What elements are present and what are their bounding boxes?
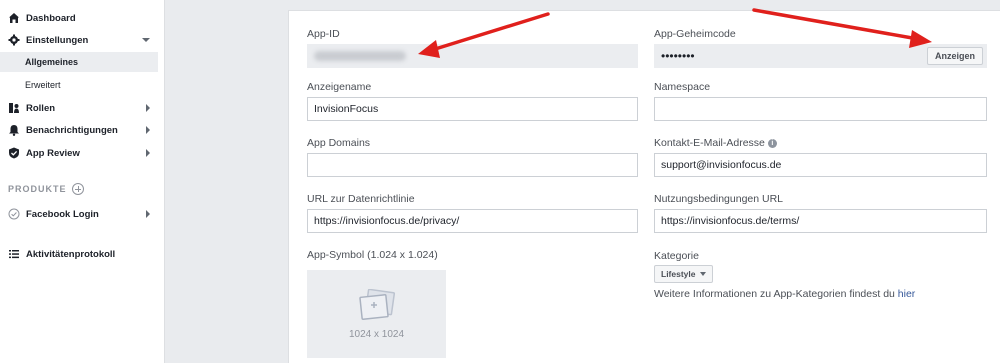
app-icon-upload[interactable]: 1024 x 1024 — [307, 270, 446, 358]
sidebar-item-activity-log[interactable]: Aktivitätenprotokoll — [0, 243, 158, 265]
add-product-icon[interactable] — [71, 183, 84, 195]
app-domains-label: App Domains — [307, 137, 371, 149]
sidebar-item-notifications[interactable]: Benachrichtigungen — [0, 119, 158, 141]
sidebar-item-roles[interactable]: Rollen — [0, 97, 158, 119]
category-label: Kategorie — [654, 250, 699, 262]
app-id-value-redacted — [314, 51, 406, 61]
sidebar-item-label: App Review — [26, 147, 80, 159]
sidebar-item-settings[interactable]: Einstellungen — [0, 29, 158, 51]
category-value: Lifestyle — [661, 269, 696, 279]
chevron-right-icon — [146, 149, 150, 157]
bell-icon — [8, 124, 20, 136]
sidebar-subitem-advanced[interactable]: Erweitert — [0, 75, 158, 95]
display-name-input[interactable]: InvisionFocus — [307, 97, 638, 121]
chevron-down-icon — [699, 272, 706, 276]
app-secret-label: App-Geheimcode — [654, 28, 736, 40]
list-icon — [8, 248, 20, 260]
sidebar: Dashboard Einstellungen Allgemeines Erwe… — [0, 0, 165, 363]
products-section-title: PRODUKTE — [8, 183, 84, 195]
app-icon-label: App-Symbol (1.024 x 1.024) — [307, 249, 438, 261]
sidebar-item-label: Rollen — [26, 102, 56, 114]
chevron-right-icon — [146, 126, 150, 134]
check-circle-icon — [8, 208, 20, 220]
contact-email-label: Kontakt-E-Mail-Adresse — [654, 137, 765, 149]
terms-url-input[interactable]: https://invisionfocus.de/terms/ — [654, 209, 987, 233]
sidebar-item-label: Aktivitätenprotokoll — [26, 248, 116, 260]
app-id-label: App-ID — [307, 28, 340, 40]
category-info-text: Weitere Informationen zu App-Kategorien … — [654, 288, 895, 300]
app-secret-field[interactable]: •••••••• Anzeigen — [654, 44, 987, 68]
sidebar-subitem-general[interactable]: Allgemeines — [0, 52, 158, 72]
info-icon[interactable]: i — [767, 138, 777, 148]
sidebar-item-label: Dashboard — [26, 12, 76, 24]
gear-icon — [8, 34, 20, 46]
chevron-right-icon — [146, 210, 150, 218]
category-dropdown[interactable]: Lifestyle — [654, 265, 713, 283]
image-placeholder-icon — [358, 288, 395, 320]
app-icon-size: 1024 x 1024 — [348, 328, 405, 340]
terms-url-label: Nutzungsbedingungen URL — [654, 193, 784, 205]
chevron-right-icon — [146, 104, 150, 112]
products-title: PRODUKTE — [8, 184, 67, 194]
sidebar-item-app-review[interactable]: App Review — [0, 142, 158, 164]
sidebar-item-dashboard[interactable]: Dashboard — [0, 7, 158, 29]
app-domains-input[interactable] — [307, 153, 638, 177]
namespace-label: Namespace — [654, 81, 711, 93]
sidebar-item-facebook-login[interactable]: Facebook Login — [0, 203, 158, 225]
category-info-link[interactable]: hier — [898, 288, 916, 300]
sidebar-item-label: Einstellungen — [26, 34, 89, 46]
shield-check-icon — [8, 147, 20, 159]
sidebar-item-label: Facebook Login — [26, 208, 99, 220]
roles-icon — [8, 102, 20, 114]
display-name-label: Anzeigename — [307, 81, 372, 93]
contact-email-label-wrap: Kontakt-E-Mail-Adresse i — [654, 137, 777, 149]
app-secret-value: •••••••• — [661, 49, 695, 63]
contact-email-input[interactable]: support@invisionfocus.de — [654, 153, 987, 177]
privacy-url-label: URL zur Datenrichtlinie — [307, 193, 415, 205]
namespace-input[interactable] — [654, 97, 987, 121]
app-id-field[interactable] — [307, 44, 638, 68]
privacy-url-input[interactable]: https://invisionfocus.de/privacy/ — [307, 209, 638, 233]
show-secret-button[interactable]: Anzeigen — [926, 47, 983, 65]
chevron-down-icon — [142, 38, 150, 42]
sidebar-item-label: Benachrichtigungen — [26, 124, 118, 136]
category-info: Weitere Informationen zu App-Kategorien … — [654, 288, 915, 300]
home-icon — [8, 12, 20, 24]
